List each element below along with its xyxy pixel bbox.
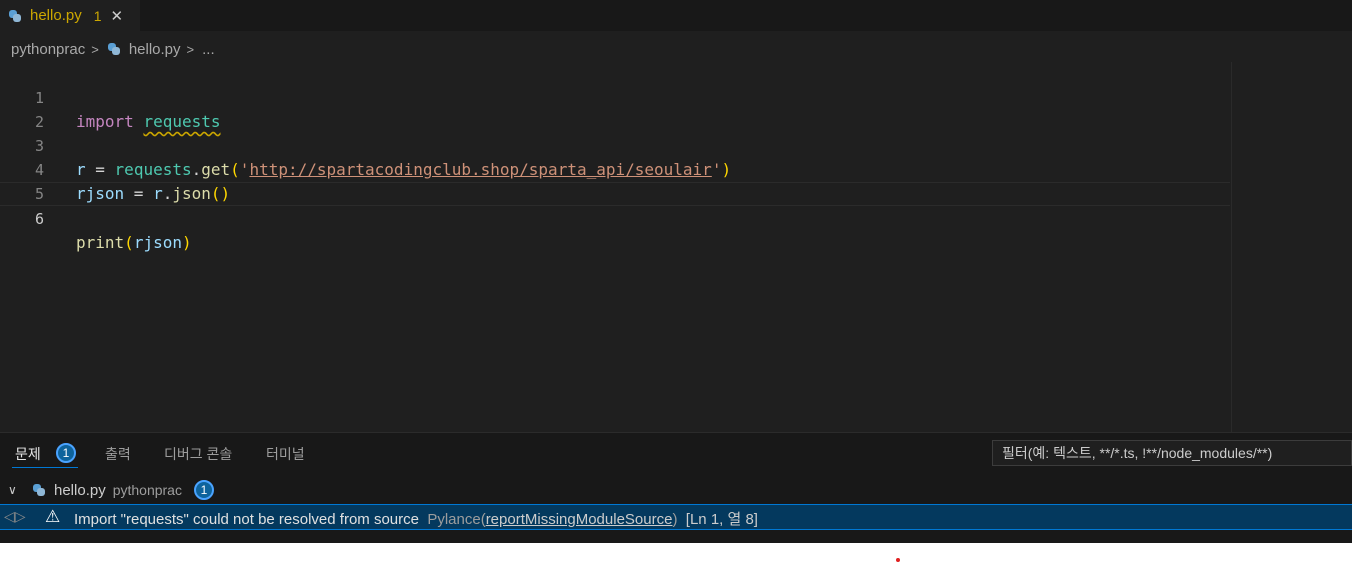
problem-file-name: hello.py: [54, 481, 106, 499]
file-problem-count-badge: 1: [193, 480, 214, 500]
code-line[interactable]: 1 import requests: [0, 62, 1230, 131]
problem-file-folder: pythonprac: [112, 482, 182, 498]
paren-token: (: [124, 233, 134, 252]
breadcrumb-more[interactable]: ...: [202, 41, 215, 58]
red-dot-marker: [896, 558, 900, 562]
problems-file-group[interactable]: ∨ hello.py pythonprac 1: [0, 479, 1352, 501]
line-number: 6: [34, 210, 44, 228]
breadcrumb: pythonprac > hello.py > ...: [0, 38, 215, 60]
code-line[interactable]: 4 rjson = r.json(): [0, 134, 1230, 203]
tab-output[interactable]: 출력: [105, 444, 131, 464]
problem-position: [Ln 1, 열 8]: [685, 511, 758, 528]
tab-problem-count: 1: [93, 7, 102, 24]
tab-debug-console[interactable]: 디버그 콘솔: [164, 444, 232, 464]
problem-message: Import "requests" could not be resolved …: [74, 511, 419, 528]
breadcrumb-folder[interactable]: pythonprac: [11, 41, 85, 58]
close-icon[interactable]: ✕: [111, 7, 124, 25]
tab-hello-py[interactable]: hello.py 1 ✕: [0, 0, 140, 31]
python-file-icon: [8, 9, 22, 23]
paren-token: ): [181, 233, 192, 252]
tab-terminal[interactable]: 터미널: [266, 444, 305, 464]
chevron-right-icon: >: [186, 41, 195, 57]
expand-handle-icon[interactable]: ◁▷: [4, 508, 26, 526]
minimap-divider: [1231, 62, 1232, 432]
problem-code-link[interactable]: reportMissingModuleSource: [486, 511, 673, 528]
problems-filter-input[interactable]: 필터(예: 텍스트, **/*.ts, !**/node_modules/**): [992, 440, 1352, 466]
breadcrumb-file[interactable]: hello.py: [129, 41, 181, 58]
problem-source-close: ): [672, 511, 678, 528]
python-file-icon: [107, 42, 121, 56]
code-line[interactable]: 2: [0, 86, 1230, 131]
tab-problems[interactable]: 문제: [15, 444, 41, 464]
editor-tab-bar: hello.py 1 ✕: [0, 0, 1352, 31]
variable-token: rjson: [133, 233, 182, 252]
problem-source: Pylance(: [427, 511, 486, 528]
chevron-right-icon: >: [91, 41, 99, 57]
problem-message-line: Import "requests" could not be resolved …: [74, 508, 758, 529]
chevron-down-icon[interactable]: ∨: [8, 483, 24, 497]
function-token: print: [76, 233, 125, 252]
code-line[interactable]: 3 r = requests.get('http://spartacodingc…: [0, 110, 1230, 179]
code-editor[interactable]: 1 import requests 2 3 r = requests.get('…: [0, 62, 1352, 432]
python-file-icon: [32, 483, 46, 497]
code-line-current[interactable]: 6 print(rjson): [0, 182, 1230, 252]
warning-icon: ⚠: [45, 507, 61, 526]
problem-item[interactable]: ◁▷ ⚠ Import "requests" could not be reso…: [0, 504, 1352, 530]
problems-count-badge: 1: [56, 443, 76, 463]
bottom-panel: 문제 1 출력 디버그 콘솔 터미널 필터(예: 텍스트, **/*.ts, !…: [0, 432, 1352, 543]
tab-label: hello.py: [30, 7, 82, 24]
active-tab-indicator: [12, 467, 78, 468]
code-line[interactable]: 5: [0, 158, 1230, 203]
vscode-window: hello.py 1 ✕ pythonprac > hello.py > ...…: [0, 0, 1352, 543]
